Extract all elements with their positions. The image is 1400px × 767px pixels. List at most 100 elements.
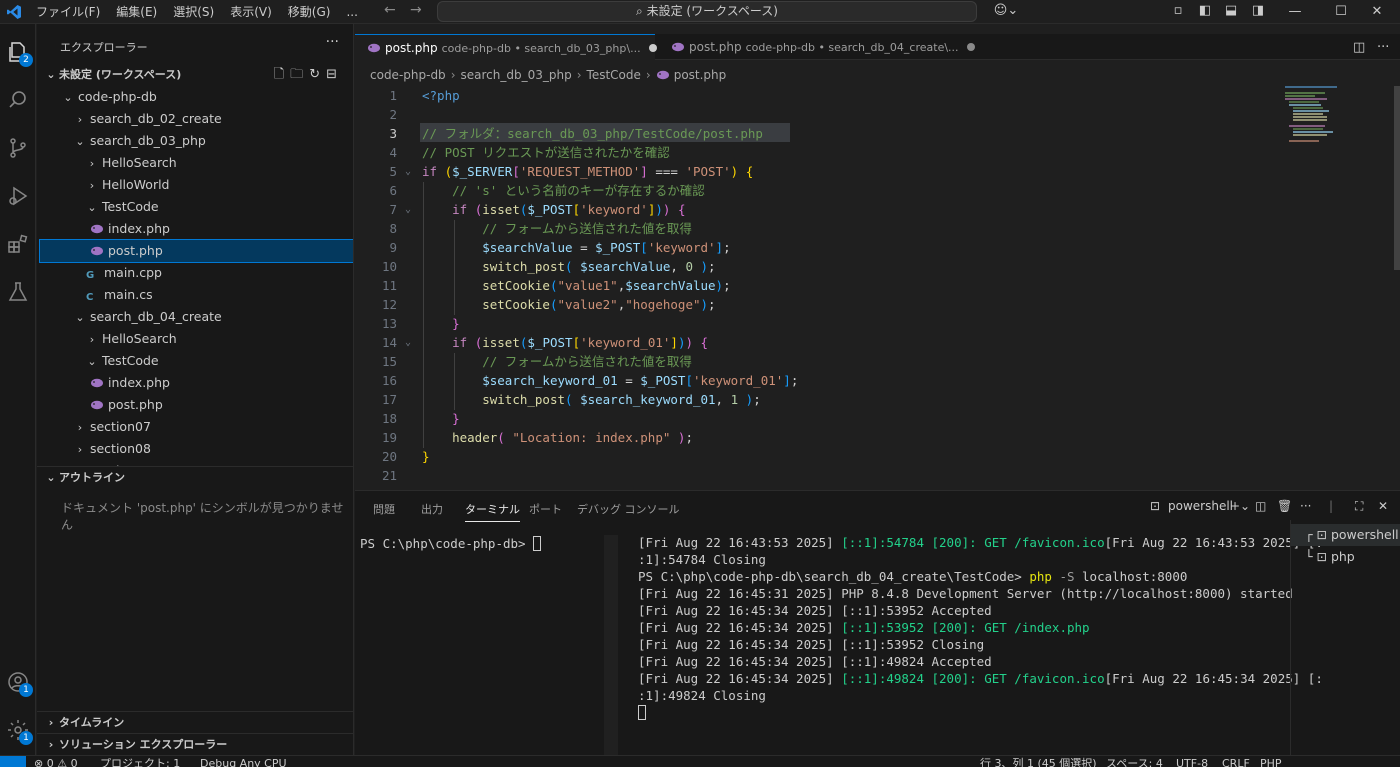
toggle-panel-icon[interactable]: ⬓ — [1223, 3, 1239, 19]
close-icon[interactable]: ✕ — [1354, 0, 1400, 24]
language-mode[interactable]: PHP — [1260, 758, 1282, 767]
tree-folder[interactable]: › section07 — [40, 416, 353, 438]
tree-folder[interactable]: › search_db_02_create — [40, 108, 353, 130]
tree-folder[interactable]: › HelloWorld — [40, 174, 353, 196]
outline-header[interactable]: ⌄ アウトライン — [37, 466, 353, 488]
search-icon[interactable] — [6, 88, 30, 112]
explorer-icon[interactable]: 2 — [6, 40, 33, 67]
tree-file[interactable]: Cmain.cs — [40, 284, 353, 306]
customize-layout-icon[interactable]: ▫ — [1170, 3, 1186, 19]
split-editor-icon[interactable]: ◫ — [1353, 40, 1365, 55]
split-terminal-icon[interactable]: ◫ — [1255, 499, 1266, 513]
cursor-position[interactable]: 行 3、列 1 (45 個選択) — [980, 758, 1097, 767]
terminal-cursor — [533, 536, 542, 551]
breadcrumb-item[interactable]: post.php — [674, 68, 727, 82]
minimap[interactable] — [1285, 86, 1337, 146]
tree-file[interactable]: post.php — [40, 394, 353, 416]
chevron-right-icon: › — [89, 157, 95, 170]
code-editor[interactable]: 1 <?php 2 3 // フォルダ：search_db_03_php/TestCod… — [355, 86, 1400, 490]
run-debug-icon[interactable] — [6, 184, 30, 208]
line-number: 6 — [389, 183, 397, 198]
tab-terminal[interactable]: ターミナル — [465, 501, 520, 522]
project-status[interactable]: プロジェクト: 1 — [100, 758, 180, 767]
terminal-line: [Fri Aug 22 16:45:34 2025] [::1]:53952 C… — [638, 636, 984, 653]
copilot-icon[interactable]: ☺⌄ — [992, 3, 1020, 19]
breadcrumb-item[interactable]: search_db_03_php — [461, 68, 572, 82]
fold-chevron-icon[interactable]: ⌄ — [405, 162, 411, 181]
tab-output[interactable]: 出力 — [421, 501, 443, 517]
tree-folder[interactable]: ⌄ search_db_03_php — [40, 130, 353, 152]
unsaved-dot-icon[interactable] — [966, 43, 975, 51]
terminal-split-divider[interactable] — [604, 535, 618, 755]
terminal-item-powershell[interactable]: ┌ ⊡ powershell — [1291, 524, 1400, 546]
forward-arrow-icon[interactable]: → — [410, 2, 422, 18]
line-number: 10 — [381, 259, 397, 274]
editor-scrollbar[interactable] — [1394, 86, 1400, 270]
toggle-secondary-sidebar-icon[interactable]: ◨ — [1250, 3, 1266, 19]
menu-item[interactable]: ... — [338, 0, 365, 24]
solution-explorer-header[interactable]: › ソリューション エクスプローラー — [37, 733, 353, 755]
fold-chevron-icon[interactable]: ⌄ — [405, 333, 411, 352]
tree-folder[interactable]: ⌄ TestCode — [40, 196, 353, 218]
source-control-icon[interactable] — [6, 136, 30, 160]
code-text: } — [452, 316, 460, 331]
maximize-panel-icon[interactable]: ⛶ — [1355, 499, 1363, 514]
problems-count[interactable]: ⊗ 0 ⚠ 0 — [34, 758, 78, 767]
trash-icon[interactable]: 🗑 — [1277, 499, 1292, 513]
cpp-file-icon: G — [86, 270, 95, 281]
menu-item[interactable]: 選択(S) — [165, 0, 222, 24]
tree-file[interactable]: post.php — [39, 239, 353, 263]
tab-debug-console[interactable]: デバッグ コンソール — [577, 501, 680, 517]
menu-item[interactable]: 編集(E) — [108, 0, 165, 24]
build-config[interactable]: Debug Any CPU — [200, 758, 287, 767]
tab-post-php-03[interactable]: post.php code-php-db • search_db_03_php\.… — [355, 34, 657, 60]
command-center[interactable]: ⌕ 未設定 (ワークスペース) — [437, 1, 977, 22]
terminal-item-label: powershell — [1330, 527, 1399, 542]
tree-file[interactable]: index.php — [40, 218, 353, 240]
unsaved-dot-icon[interactable] — [648, 44, 657, 52]
terminal-left-pane[interactable]: PS C:\php\code-php-db> — [360, 535, 542, 552]
close-panel-icon[interactable]: ✕ — [1378, 499, 1388, 513]
menu-item[interactable]: 移動(G) — [280, 0, 339, 24]
gear-icon[interactable]: 1 — [6, 718, 33, 745]
chevron-right-icon: › — [77, 443, 83, 456]
tab-ports[interactable]: ポート — [529, 501, 562, 517]
account-icon[interactable]: 1 — [6, 670, 33, 697]
terminal-text: :1]:49824 Closing — [638, 688, 766, 703]
terminal-cursor — [638, 705, 646, 720]
line-ending[interactable]: CRLF — [1222, 758, 1250, 767]
breadcrumb-item[interactable]: TestCode — [587, 68, 641, 82]
tree-file[interactable]: Gmain.cpp — [40, 262, 353, 284]
tree-folder[interactable]: ⌄ TestCode — [40, 350, 353, 372]
more-actions-icon[interactable]: ··· — [1300, 499, 1311, 513]
line-number: 16 — [381, 373, 397, 388]
shell-label[interactable]: powershell — [1168, 499, 1233, 513]
tree-folder[interactable]: ⌄ code-php-db — [40, 86, 353, 108]
indentation[interactable]: スペース: 4 — [1106, 758, 1163, 767]
tree-file[interactable]: index.php — [40, 372, 353, 394]
encoding[interactable]: UTF-8 — [1176, 758, 1208, 767]
tree-item-label: TestCode — [101, 353, 159, 368]
back-arrow-icon[interactable]: ← — [384, 2, 396, 18]
minimize-icon[interactable]: — — [1272, 0, 1318, 24]
remote-indicator-icon[interactable] — [0, 756, 26, 767]
tree-folder[interactable]: › section08 — [40, 438, 353, 460]
fold-chevron-icon[interactable]: ⌄ — [405, 200, 411, 219]
outline-empty-message: ドキュメント 'post.php' にシンボルが見つかりません — [61, 501, 344, 532]
menu-item[interactable]: ファイル(F) — [28, 0, 108, 24]
tab-problems[interactable]: 問題 — [373, 501, 395, 517]
tree-folder[interactable]: ⌄ search_db_04_create — [40, 306, 353, 328]
toggle-sidebar-icon[interactable]: ◧ — [1197, 3, 1213, 19]
menu-item[interactable]: 表示(V) — [222, 0, 280, 24]
tree-folder[interactable]: › HelloSearch — [40, 328, 353, 350]
breadcrumb-item[interactable]: code-php-db — [370, 68, 446, 82]
testing-flask-icon[interactable] — [6, 280, 30, 304]
more-actions-icon[interactable]: ··· — [1377, 40, 1389, 55]
extensions-icon[interactable] — [6, 232, 30, 256]
tab-post-php-04[interactable]: post.php code-php-db • search_db_04_creat… — [659, 34, 975, 60]
tree-item-label: HelloWorld — [101, 177, 170, 192]
tree-folder[interactable]: › HelloSearch — [40, 152, 353, 174]
terminal-item-php[interactable]: └ ⊡ php — [1291, 546, 1400, 568]
timeline-header[interactable]: › タイムライン — [37, 711, 353, 733]
new-terminal-icon[interactable]: +⌄ — [1230, 499, 1250, 513]
